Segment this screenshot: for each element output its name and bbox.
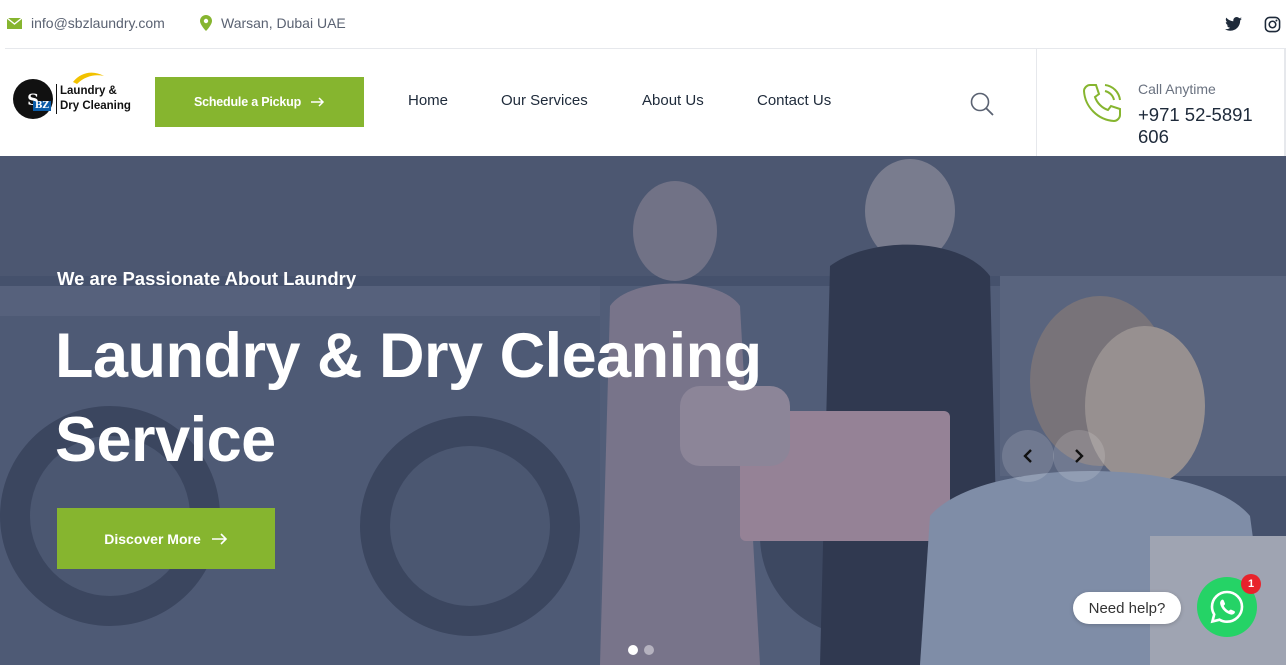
envelope-icon (7, 17, 22, 29)
nav-contact-us[interactable]: Contact Us (757, 92, 831, 109)
slider-next-button[interactable] (1053, 430, 1105, 482)
hero-subtitle: We are Passionate About Laundry (57, 268, 357, 289)
discover-more-label: Discover More (104, 530, 201, 547)
schedule-pickup-label: Schedule a Pickup (193, 95, 302, 109)
chevron-right-icon (1075, 449, 1084, 463)
logo-mark: S BZ (13, 79, 53, 119)
notification-badge: 1 (1241, 574, 1261, 594)
logo-line-2: Dry Cleaning (60, 100, 131, 112)
location-text: Warsan, Dubai UAE (221, 15, 346, 31)
arrow-right-icon (311, 97, 325, 107)
need-help-bubble[interactable]: Need help? (1073, 592, 1181, 624)
site-header: S BZ Laundry & Dry Cleaning Schedule a P… (0, 49, 1286, 156)
slider-dot-1[interactable] (628, 645, 638, 655)
nav-our-services[interactable]: Our Services (501, 92, 588, 109)
logo-text: Laundry & Dry Cleaning (56, 84, 131, 114)
hero-title: Laundry & Dry Cleaning Service (55, 321, 762, 475)
hero-slider: We are Passionate About Laundry Laundry … (0, 156, 1286, 665)
call-label: Call Anytime (1138, 81, 1216, 97)
schedule-pickup-button[interactable]: Schedule a Pickup (155, 77, 364, 127)
slider-dot-2[interactable] (644, 645, 654, 655)
logo-swoosh-icon (73, 72, 104, 84)
discover-more-button[interactable]: Discover More (57, 508, 275, 569)
logo-mark-sub: BZ (32, 101, 51, 111)
search-icon[interactable] (969, 91, 995, 117)
call-number-link[interactable]: +971 52-5891 606 (1138, 104, 1286, 148)
slider-prev-button[interactable] (1002, 430, 1054, 482)
instagram-icon[interactable] (1262, 14, 1282, 34)
map-pin-icon (200, 15, 212, 31)
logo-line-1: Laundry & (60, 85, 117, 97)
email-link[interactable]: info@sbzlaundry.com (7, 15, 165, 31)
header-divider (1036, 49, 1037, 156)
top-bar: info@sbzlaundry.com Warsan, Dubai UAE (0, 0, 1286, 48)
nav-about-us[interactable]: About Us (642, 92, 704, 109)
slider-dots (628, 645, 660, 655)
site-logo[interactable]: S BZ Laundry & Dry Cleaning (13, 72, 153, 121)
phone-icon (1080, 81, 1124, 125)
nav-home[interactable]: Home (408, 92, 448, 109)
email-text: info@sbzlaundry.com (31, 15, 165, 31)
chevron-left-icon (1023, 449, 1032, 463)
location-info: Warsan, Dubai UAE (200, 15, 346, 31)
twitter-icon[interactable] (1223, 14, 1243, 34)
arrow-right-icon (211, 532, 227, 545)
whatsapp-icon (1210, 590, 1244, 624)
